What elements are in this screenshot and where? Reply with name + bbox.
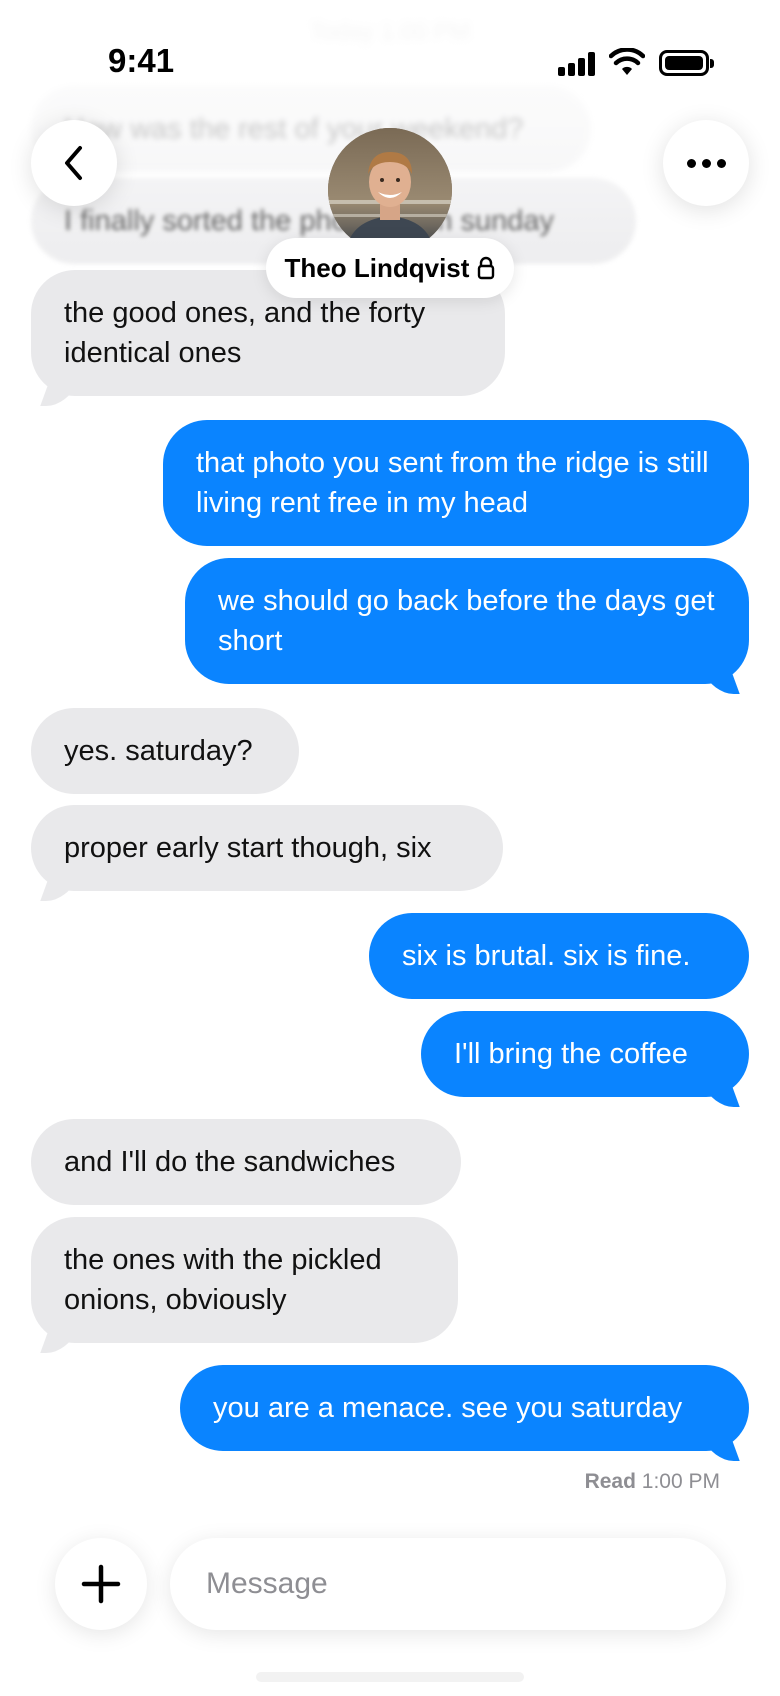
- battery-icon: [659, 50, 714, 76]
- home-indicator: [256, 1672, 524, 1682]
- message-outgoing[interactable]: that photo you sent from the ridge is st…: [163, 420, 749, 546]
- status-bar: 9:41: [0, 0, 780, 120]
- wifi-icon: [609, 48, 645, 75]
- lock-icon: [478, 256, 495, 280]
- chevron-left-icon: [65, 146, 82, 180]
- plus-icon: [81, 1564, 121, 1604]
- add-attachment-button[interactable]: [55, 1538, 147, 1630]
- message-input[interactable]: [170, 1538, 726, 1630]
- message-outgoing[interactable]: I'll bring the coffee: [421, 1011, 749, 1097]
- ellipsis-icon: [686, 158, 726, 168]
- status-time: 9:41: [108, 42, 175, 79]
- message-incoming[interactable]: proper early start though, six: [31, 805, 503, 891]
- avatar[interactable]: [328, 128, 452, 252]
- back-button[interactable]: [31, 120, 117, 206]
- contact-photo: [328, 128, 452, 252]
- message-outgoing[interactable]: we should go back before the days get sh…: [185, 558, 749, 684]
- contact-name-pill[interactable]: Theo Lindqvist: [266, 238, 514, 298]
- more-options-button[interactable]: [663, 120, 749, 206]
- message-incoming[interactable]: yes. saturday?: [31, 708, 299, 794]
- contact-name: Theo Lindqvist: [284, 252, 470, 283]
- read-time: 1:00 PM: [641, 1470, 720, 1493]
- message-outgoing[interactable]: you are a menace. see you saturday: [180, 1365, 749, 1451]
- read-label: Read: [584, 1470, 636, 1493]
- cellular-signal-icon: [558, 52, 598, 76]
- message-incoming[interactable]: the ones with the pickled onions, obviou…: [31, 1217, 458, 1343]
- message-outgoing[interactable]: six is brutal. six is fine.: [369, 913, 749, 999]
- message-incoming[interactable]: and I'll do the sandwiches: [31, 1119, 461, 1205]
- read-receipt: Read 1:00 PM: [585, 1470, 720, 1494]
